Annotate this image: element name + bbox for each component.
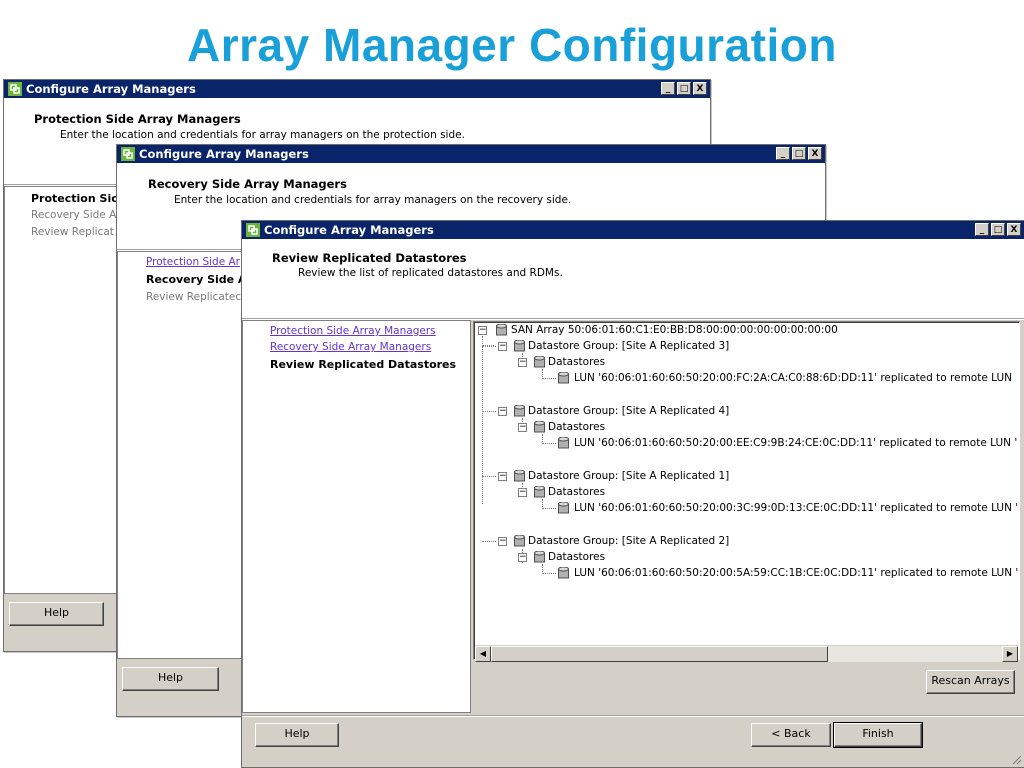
maximize-button[interactable]: □ — [677, 82, 691, 95]
database-icon — [558, 502, 569, 514]
page-subtitle: Enter the location and credentials for a… — [60, 129, 465, 141]
configure-window-review: Configure Array Managers _ □ X Review Re… — [241, 220, 1024, 768]
page-subtitle: Enter the location and credentials for a… — [174, 194, 572, 206]
titlebar[interactable]: Configure Array Managers _ □ X — [117, 145, 825, 163]
minimize-button[interactable]: _ — [975, 223, 989, 236]
tree-collapse-icon[interactable]: − — [518, 553, 527, 562]
page-subtitle: Review the list of replicated datastores… — [298, 267, 563, 279]
tree-label: Datastores — [548, 551, 606, 563]
wizard-body: Protection Side Array Managers Recovery … — [242, 320, 1024, 767]
tree-collapse-icon[interactable]: − — [518, 423, 527, 432]
close-button[interactable]: X — [693, 82, 707, 95]
nav-protection-side[interactable]: Protection Side Ar — [146, 256, 240, 268]
help-button[interactable]: Help — [255, 723, 339, 747]
tree-collapse-icon[interactable]: − — [498, 537, 507, 546]
database-icon — [534, 421, 545, 433]
minimize-button[interactable]: _ — [661, 82, 675, 95]
database-icon — [496, 324, 507, 336]
vmware-app-icon — [246, 223, 260, 237]
minimize-button[interactable]: _ — [776, 147, 790, 160]
tree-label: Datastores — [548, 421, 606, 433]
tree-label: Datastores — [548, 486, 606, 498]
scroll-right-button[interactable]: ▶ — [1002, 646, 1018, 662]
tree-collapse-icon[interactable]: − — [478, 326, 487, 335]
nav-review-datastores[interactable]: Review Replicated Datastores — [270, 358, 456, 371]
tree-label: Datastore Group: [Site A Replicated 3] — [528, 340, 730, 352]
resize-grip-icon[interactable] — [1010, 753, 1022, 765]
tree-collapse-icon[interactable]: − — [498, 407, 507, 416]
slide-title: Array Manager Configuration — [187, 19, 837, 71]
tree-label: LUN '60:06:01:60:60:50:20:00:FC:2A:CA:C0… — [574, 372, 1013, 384]
window-title: Configure Array Managers — [139, 147, 309, 161]
datastore-tree[interactable]: − SAN Array 50:06:01:60:C1:E0:BB:D8:00:0… — [473, 321, 1020, 660]
nav-recovery-side[interactable]: Recovery Side Array Managers — [270, 341, 431, 353]
database-icon — [534, 356, 545, 368]
nav-protection-side[interactable]: Protection Side Array Managers — [270, 325, 436, 337]
horizontal-scrollbar[interactable]: ◀ ▶ — [475, 645, 1018, 662]
tree-label: Datastore Group: [Site A Replicated 2] — [528, 535, 730, 547]
database-icon — [534, 551, 545, 563]
tree-label: LUN '60:06:01:60:60:50:20:00:5A:59:CC:1B… — [574, 567, 1019, 579]
nav-recovery-side: Recovery Side A — [31, 209, 117, 221]
rescan-arrays-button[interactable]: Rescan Arrays — [926, 670, 1015, 694]
database-icon — [514, 405, 525, 417]
tree-label: Datastore Group: [Site A Replicated 1] — [528, 470, 730, 482]
database-icon — [514, 535, 525, 547]
nav-protection-side[interactable]: Protection Sic — [31, 192, 118, 205]
back-button[interactable]: < Back — [751, 723, 831, 747]
titlebar[interactable]: Configure Array Managers _ □ X — [4, 80, 710, 98]
vmware-app-icon — [121, 147, 135, 161]
maximize-button[interactable]: □ — [991, 223, 1005, 236]
database-icon — [558, 567, 569, 579]
vmware-app-icon — [8, 82, 22, 96]
help-button[interactable]: Help — [9, 602, 104, 626]
maximize-button[interactable]: □ — [792, 147, 806, 160]
window-title: Configure Array Managers — [264, 223, 434, 237]
page-title: Recovery Side Array Managers — [148, 177, 347, 191]
scroll-thumb[interactable] — [491, 646, 828, 662]
tree-collapse-icon[interactable]: − — [518, 488, 527, 497]
window-title: Configure Array Managers — [26, 82, 196, 96]
close-button[interactable]: X — [808, 147, 822, 160]
tree-label: LUN '60:06:01:60:60:50:20:00:EE:C9:9B:24… — [574, 437, 1018, 449]
tree-label: SAN Array 50:06:01:60:C1:E0:BB:D8:00:00:… — [511, 324, 838, 336]
database-icon — [558, 372, 569, 384]
tree-label: LUN '60:06:01:60:60:50:20:00:3C:99:0D:13… — [574, 502, 1019, 514]
tree-collapse-icon[interactable]: − — [518, 358, 527, 367]
database-icon — [558, 437, 569, 449]
page-title: Protection Side Array Managers — [34, 112, 241, 126]
titlebar[interactable]: Configure Array Managers _ □ X — [242, 221, 1024, 239]
nav-review-datastores: Review Replicat — [31, 226, 114, 238]
finish-button[interactable]: Finish — [833, 722, 923, 748]
tree-label: Datastore Group: [Site A Replicated 4] — [528, 405, 730, 417]
help-button[interactable]: Help — [122, 667, 219, 691]
tree-collapse-icon[interactable]: − — [498, 472, 507, 481]
close-button[interactable]: X — [1007, 223, 1021, 236]
scroll-left-button[interactable]: ◀ — [475, 646, 491, 662]
database-icon — [534, 486, 545, 498]
page-title: Review Replicated Datastores — [272, 251, 467, 265]
database-icon — [514, 470, 525, 482]
database-icon — [514, 340, 525, 352]
nav-review-datastores: Review Replicatec — [146, 291, 242, 303]
wizard-header: Review Replicated Datastores Review the … — [242, 239, 1024, 317]
tree-label: Datastores — [548, 356, 606, 368]
nav-recovery-side[interactable]: Recovery Side A — [146, 273, 246, 286]
tree-collapse-icon[interactable]: − — [498, 342, 507, 351]
